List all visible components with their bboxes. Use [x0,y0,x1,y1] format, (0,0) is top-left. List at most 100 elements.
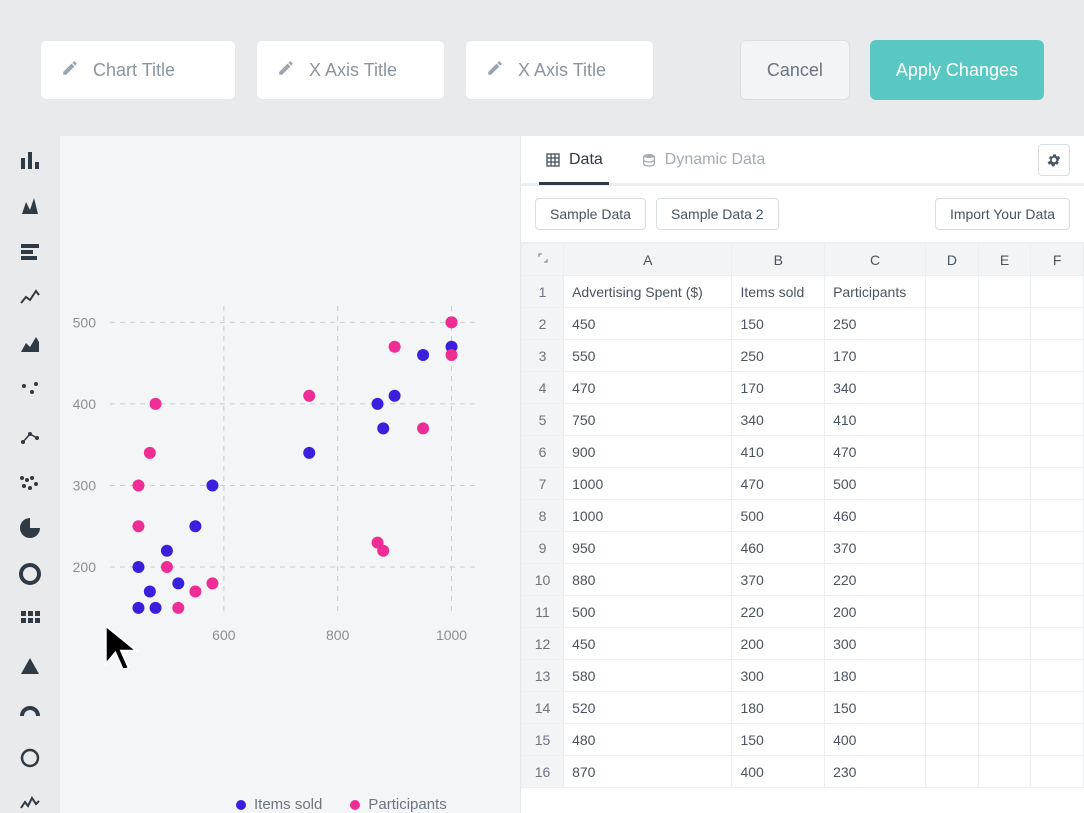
cell[interactable] [926,436,979,468]
column-header[interactable]: B [732,244,825,276]
cell[interactable] [978,340,1031,372]
cell[interactable]: 580 [564,660,732,692]
cell[interactable]: 550 [564,340,732,372]
bar-chart-icon[interactable] [18,148,42,172]
cell[interactable]: 400 [732,756,825,788]
cell[interactable]: 300 [825,628,926,660]
row-number[interactable]: 10 [522,564,564,596]
row-number[interactable]: 3 [522,340,564,372]
donut-icon[interactable] [18,562,42,586]
cell[interactable] [926,532,979,564]
cell[interactable] [1031,756,1084,788]
cell[interactable]: 480 [564,724,732,756]
cell[interactable] [978,532,1031,564]
row-number[interactable]: 14 [522,692,564,724]
cell[interactable]: 230 [825,756,926,788]
cell[interactable] [1031,628,1084,660]
sample-data-2-button[interactable]: Sample Data 2 [656,198,779,230]
cell[interactable]: 500 [825,468,926,500]
scatter-cluster-icon[interactable] [18,470,42,494]
column-header[interactable]: F [1031,244,1084,276]
y-axis-title-input[interactable]: X Axis Title [465,40,654,100]
circle-icon[interactable] [18,746,42,770]
sample-data-1-button[interactable]: Sample Data [535,198,646,230]
cell[interactable] [1031,724,1084,756]
cell[interactable]: 180 [825,660,926,692]
row-number[interactable]: 13 [522,660,564,692]
cell[interactable] [926,564,979,596]
area-chart-icon[interactable] [18,332,42,356]
scatter-small-icon[interactable] [18,378,42,402]
column-header[interactable]: A [564,244,732,276]
cell[interactable] [1031,276,1084,308]
cell[interactable] [926,500,979,532]
x-axis-title-input[interactable]: X Axis Title [256,40,445,100]
cell[interactable]: 470 [732,468,825,500]
cell[interactable]: 1000 [564,500,732,532]
row-number[interactable]: 2 [522,308,564,340]
cell[interactable]: Participants [825,276,926,308]
cell[interactable] [926,404,979,436]
cell[interactable]: 170 [825,340,926,372]
cell[interactable]: 220 [825,564,926,596]
cell[interactable] [978,692,1031,724]
pyramid-icon[interactable] [18,654,42,678]
cell[interactable]: 950 [564,532,732,564]
gauge-icon[interactable] [18,700,42,724]
cell[interactable] [1031,532,1084,564]
cell[interactable] [978,756,1031,788]
cell[interactable] [978,564,1031,596]
cell[interactable] [926,308,979,340]
stacked-bar-icon[interactable] [18,240,42,264]
cell[interactable] [1031,436,1084,468]
cell[interactable] [1031,564,1084,596]
cell[interactable] [978,628,1031,660]
cell[interactable]: 750 [564,404,732,436]
cell[interactable]: 200 [732,628,825,660]
cell[interactable]: 180 [732,692,825,724]
cell[interactable] [926,756,979,788]
cell[interactable] [926,724,979,756]
cell[interactable] [978,500,1031,532]
cell[interactable] [978,276,1031,308]
cell[interactable] [1031,404,1084,436]
cell[interactable]: 250 [825,308,926,340]
cell[interactable] [978,724,1031,756]
cell[interactable] [978,404,1031,436]
row-number[interactable]: 11 [522,596,564,628]
cell[interactable]: 370 [825,532,926,564]
cell[interactable]: 150 [825,692,926,724]
cell[interactable] [1031,596,1084,628]
row-number[interactable]: 8 [522,500,564,532]
tab-data[interactable]: Data [539,138,609,185]
cell[interactable]: 520 [564,692,732,724]
row-number[interactable]: 1 [522,276,564,308]
row-number[interactable]: 12 [522,628,564,660]
cell[interactable]: 410 [732,436,825,468]
cell[interactable]: 150 [732,308,825,340]
cell[interactable] [926,468,979,500]
cell[interactable] [978,308,1031,340]
cell[interactable]: 300 [732,660,825,692]
cell[interactable] [1031,468,1084,500]
cell[interactable]: 220 [732,596,825,628]
row-number[interactable]: 16 [522,756,564,788]
cell[interactable]: 410 [825,404,926,436]
cell[interactable]: 1000 [564,468,732,500]
cell[interactable]: 870 [564,756,732,788]
cell[interactable]: Advertising Spent ($) [564,276,732,308]
transpose-icon[interactable] [522,244,564,276]
settings-button[interactable] [1038,144,1070,176]
cell[interactable]: 450 [564,628,732,660]
cell[interactable] [1031,692,1084,724]
cell[interactable] [1031,340,1084,372]
tab-dynamic-data[interactable]: Dynamic Data [635,138,771,185]
cell[interactable]: 470 [564,372,732,404]
cell[interactable]: 340 [825,372,926,404]
cell[interactable] [978,468,1031,500]
row-number[interactable]: 9 [522,532,564,564]
cell[interactable]: 470 [825,436,926,468]
cell[interactable]: 460 [732,532,825,564]
cell[interactable]: 400 [825,724,926,756]
cell[interactable] [1031,308,1084,340]
